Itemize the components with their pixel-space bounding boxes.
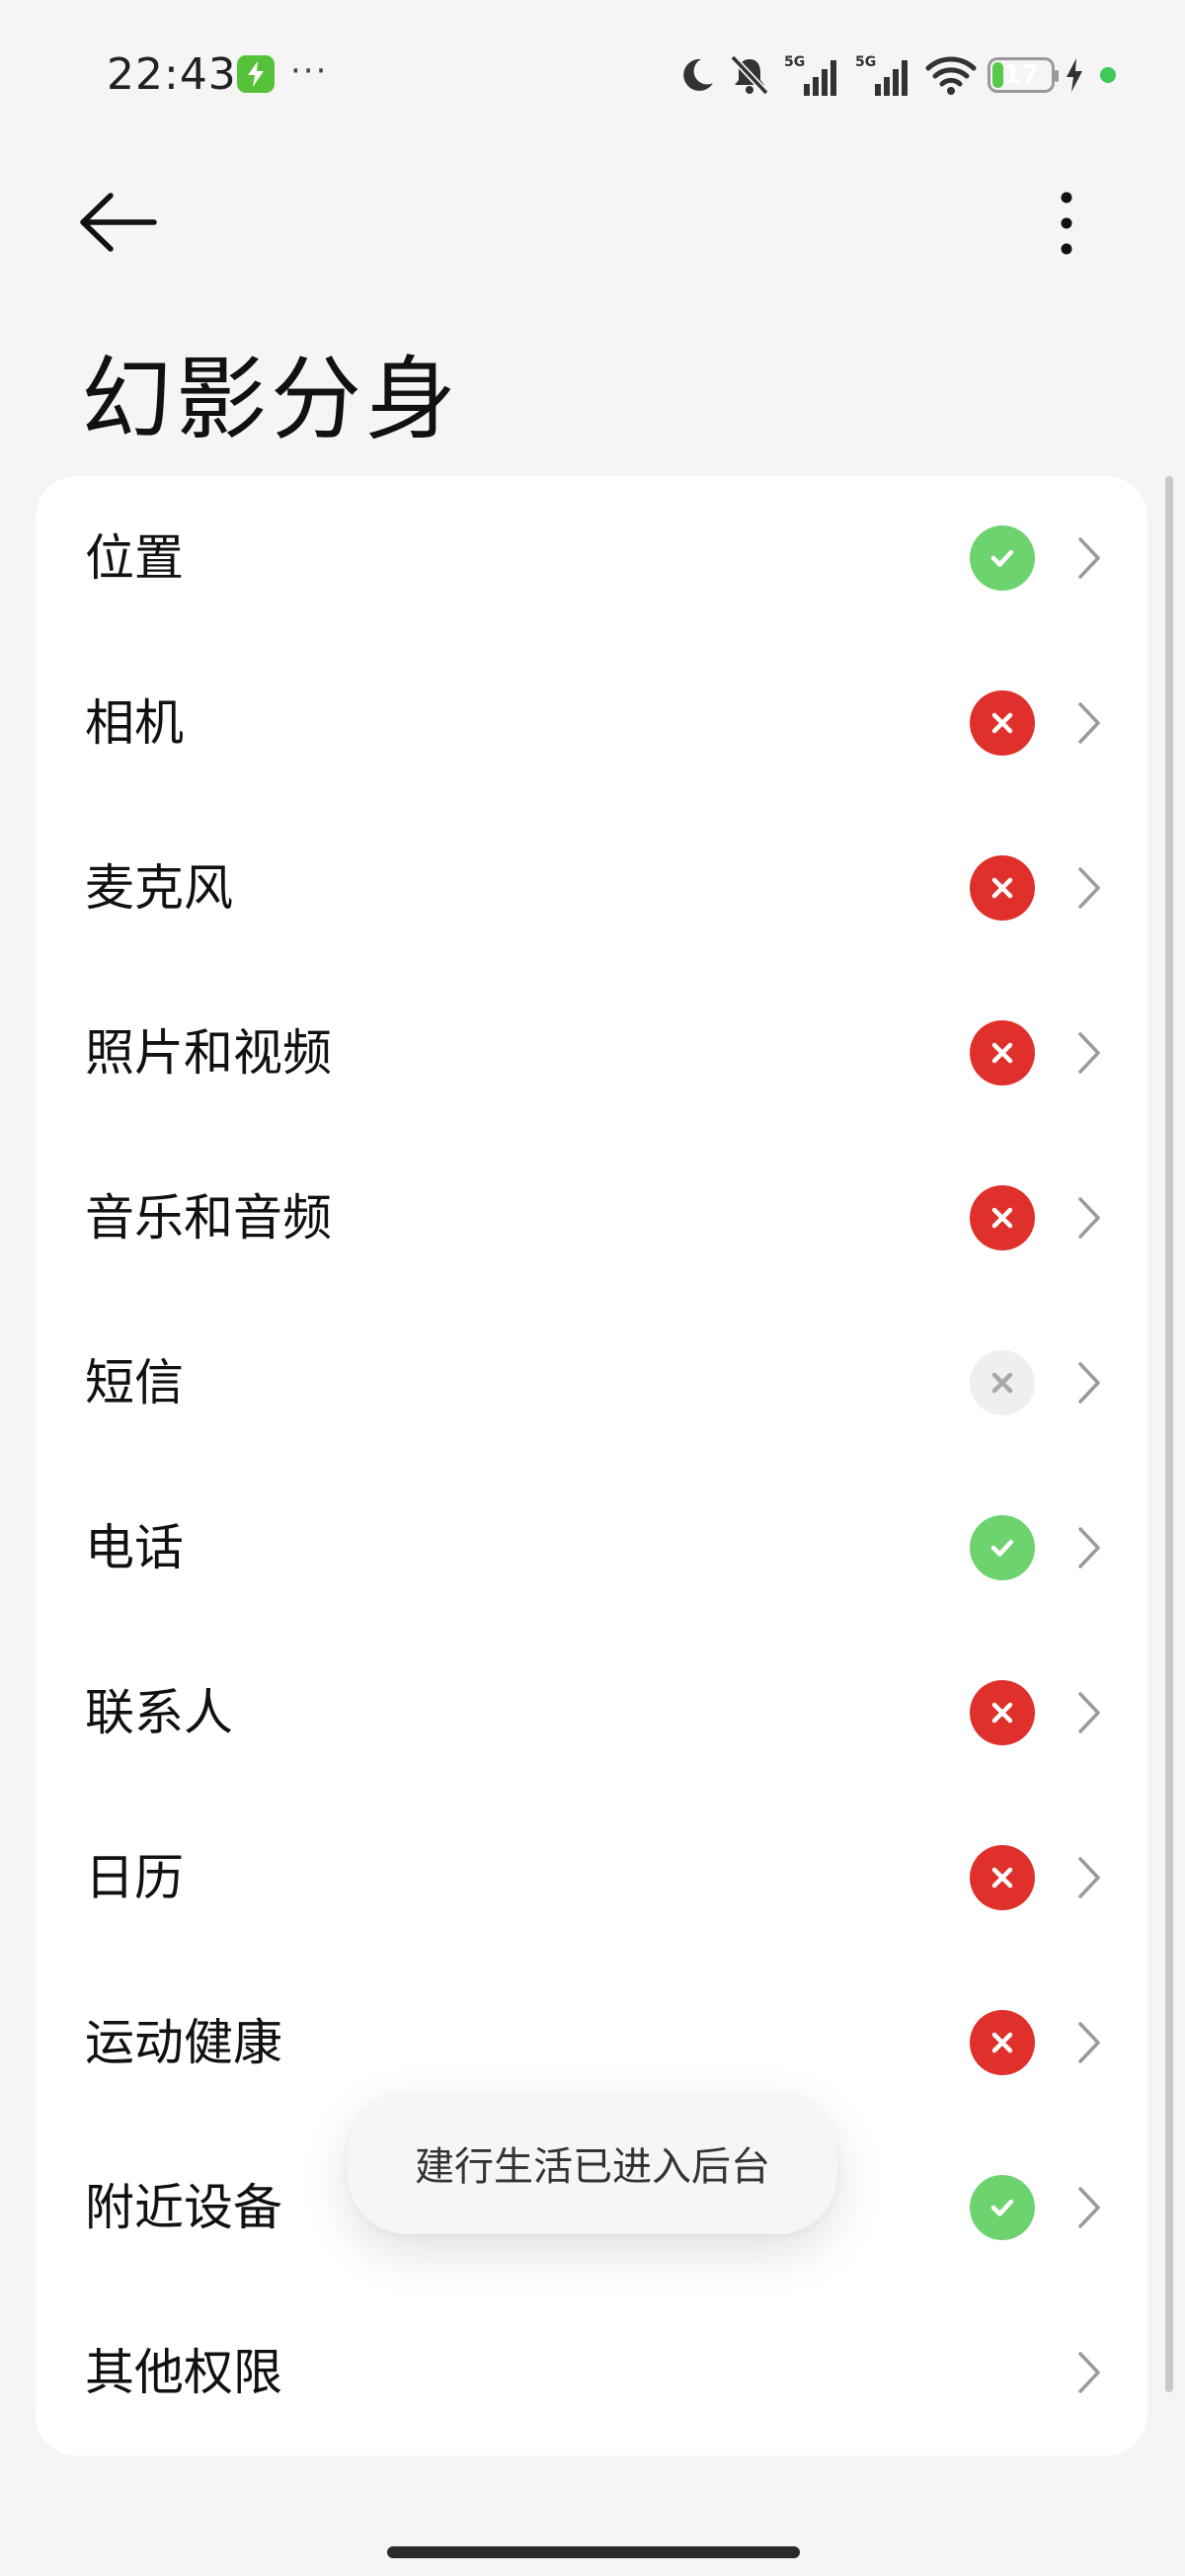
denied-x-icon — [970, 1185, 1035, 1250]
signal-icon-2: 5G — [853, 52, 914, 98]
permission-row[interactable]: 短信 — [36, 1301, 1147, 1466]
permission-label: 照片和视频 — [85, 1024, 332, 1082]
more-vertical-icon — [1061, 192, 1072, 255]
chevron-right-icon — [1074, 533, 1104, 583]
permission-label: 位置 — [85, 529, 184, 587]
chevron-right-icon — [1074, 1688, 1104, 1737]
chevron-right-icon — [1074, 1523, 1104, 1572]
permission-row[interactable]: 联系人 — [36, 1631, 1147, 1796]
allowed-check-icon — [970, 525, 1035, 591]
permission-label: 短信 — [85, 1354, 184, 1411]
allowed-check-icon — [970, 1515, 1035, 1580]
permission-label: 附近设备 — [85, 2179, 282, 2236]
chevron-right-icon — [1074, 1193, 1104, 1243]
permission-label: 电话 — [85, 1519, 184, 1576]
scrollbar[interactable] — [1165, 476, 1173, 2392]
permission-label: 运动健康 — [85, 2014, 282, 2071]
denied-x-icon — [970, 1020, 1035, 1086]
app-notification-icon — [237, 55, 275, 93]
permission-row[interactable]: 麦克风 — [36, 806, 1147, 971]
home-indicator[interactable] — [387, 2546, 800, 2558]
denied-x-icon — [970, 855, 1035, 921]
back-button[interactable] — [75, 188, 162, 257]
chevron-right-icon — [1074, 2183, 1104, 2232]
status-icons: 5G 5G 17 — [677, 49, 1116, 101]
chevron-right-icon — [1074, 2018, 1104, 2067]
chevron-right-icon — [1074, 863, 1104, 913]
page-title: 幻影分身 — [81, 347, 461, 452]
disabled-x-icon — [970, 1350, 1035, 1415]
denied-x-icon — [970, 1845, 1035, 1910]
permission-label: 麦克风 — [85, 859, 233, 917]
denied-x-icon — [970, 690, 1035, 756]
chevron-right-icon — [1074, 1028, 1104, 1078]
signal-icon: 5G — [782, 52, 843, 98]
allowed-check-icon — [970, 2175, 1035, 2240]
status-time: 22:43 — [107, 49, 237, 100]
permission-row[interactable]: 电话 — [36, 1466, 1147, 1631]
battery-level: 17 — [1002, 60, 1040, 90]
denied-x-icon — [970, 1680, 1035, 1745]
status-bar: 22:43 ··· 5G 5G 17 — [0, 0, 1185, 148]
chevron-right-icon — [1074, 1853, 1104, 1902]
permission-label: 日历 — [85, 1849, 184, 1906]
battery-icon: 17 — [988, 57, 1059, 93]
muted-bell-icon — [727, 53, 772, 97]
permission-label: 相机 — [85, 694, 184, 752]
moon-icon — [677, 55, 717, 95]
permission-row[interactable]: 相机 — [36, 641, 1147, 806]
chevron-right-icon — [1074, 698, 1104, 748]
privacy-dot-icon — [1094, 67, 1116, 83]
permission-row[interactable]: 位置 — [36, 476, 1147, 641]
permission-label: 音乐和音频 — [85, 1189, 332, 1247]
toast-message: 建行生活已进入后台 — [348, 2092, 837, 2234]
more-options-button[interactable] — [1043, 188, 1090, 259]
permission-row[interactable]: 日历 — [36, 1796, 1147, 1961]
more-notifications-icon: ··· — [290, 51, 329, 91]
permission-label: 其他权限 — [85, 2344, 282, 2401]
permission-row[interactable]: 音乐和音频 — [36, 1136, 1147, 1301]
chevron-right-icon — [1074, 1358, 1104, 1408]
network-label-2: 5G — [855, 54, 876, 70]
permission-row[interactable]: 其他权限 — [36, 2291, 1147, 2455]
permission-row[interactable]: 照片和视频 — [36, 971, 1147, 1136]
arrow-left-icon — [80, 193, 157, 252]
chevron-right-icon — [1074, 2348, 1104, 2397]
charging-bolt-icon — [1065, 58, 1084, 92]
wifi-icon — [924, 54, 978, 96]
network-label-1: 5G — [784, 54, 805, 70]
denied-x-icon — [970, 2010, 1035, 2075]
permission-label: 联系人 — [85, 1684, 233, 1741]
